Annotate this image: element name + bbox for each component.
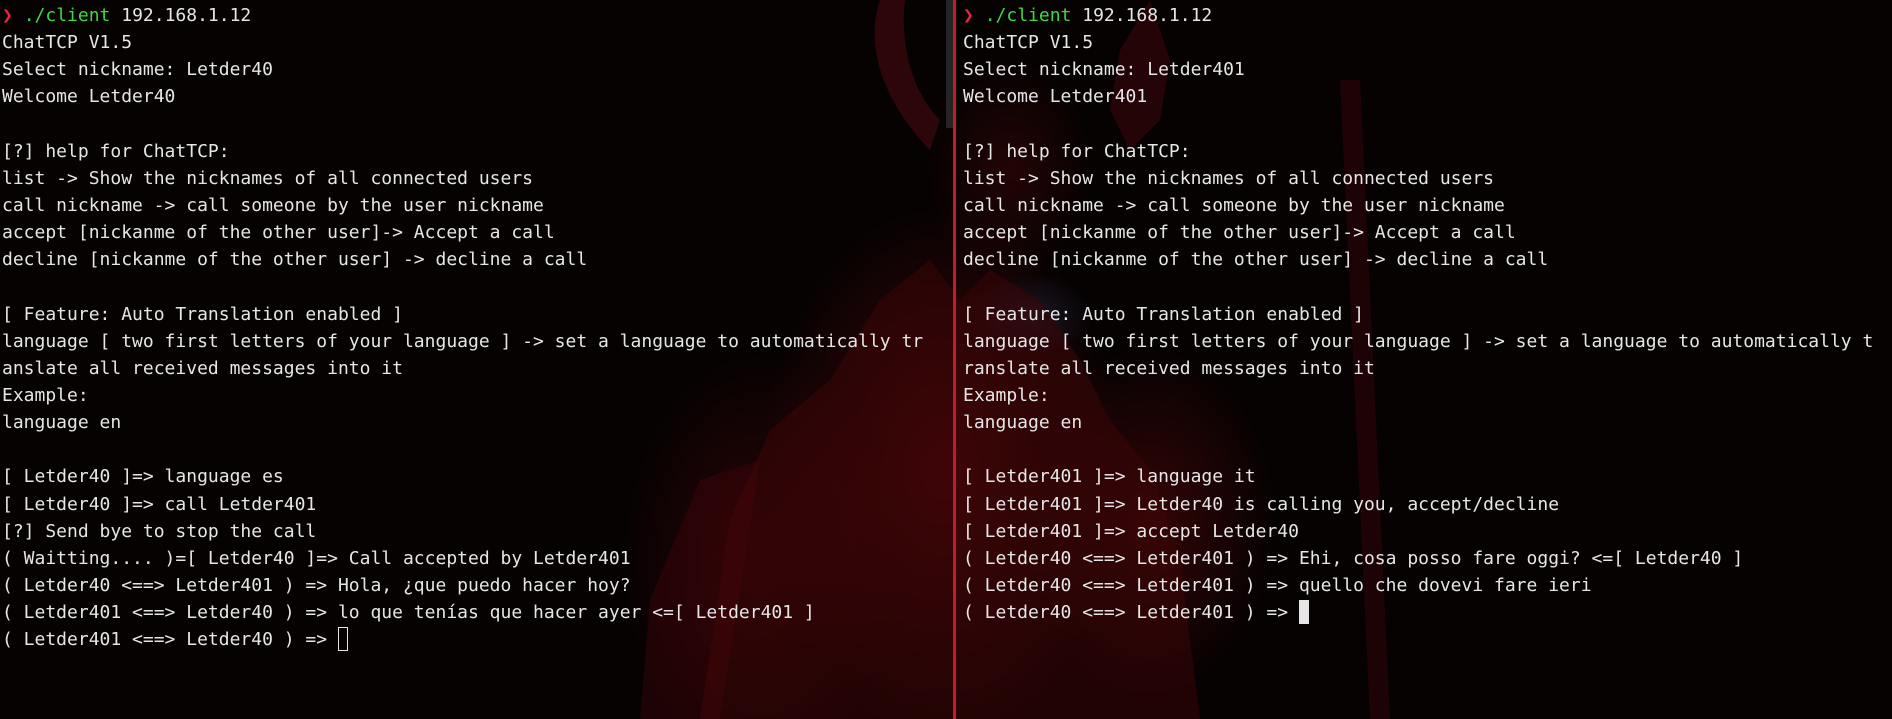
- terminal-output-line: language en: [2, 412, 122, 434]
- terminal-output-line: decline [nickanme of the other user] -> …: [963, 249, 1549, 271]
- terminal-output-line: language [ two first letters of your lan…: [963, 330, 1874, 352]
- terminal-output-line: Welcome Letder401: [963, 86, 1148, 108]
- terminal-output-line: [ Letder401 ]=> language it: [963, 466, 1256, 488]
- terminal-output-line: ( Waitting.... )=[ Letder40 ]=> Call acc…: [2, 547, 631, 569]
- terminal-output-line: accept [nickanme of the other user]-> Ac…: [2, 222, 555, 244]
- terminal-output-line: [ Letder40 ]=> language es: [2, 466, 284, 488]
- left-input-prompt: ( Letder401 <==> Letder40 ) =>: [2, 629, 338, 651]
- terminal-output-line: ( Letder401 <==> Letder40 ) => lo que te…: [2, 602, 815, 624]
- terminal-output-line: [ Letder401 ]=> Letder40 is calling you,…: [963, 493, 1560, 515]
- prompt-command: ./client: [984, 5, 1072, 26]
- text-cursor: [337, 627, 348, 652]
- prompt-command: ./client: [23, 5, 111, 26]
- text-cursor: [1298, 600, 1309, 625]
- terminal-output-line: call nickname -> call someone by the use…: [2, 194, 544, 216]
- terminal-output-line: [?] help for ChatTCP:: [2, 140, 230, 162]
- left-input-line[interactable]: ( Letder401 <==> Letder40 ) =>: [2, 626, 950, 653]
- terminal-output-line: Example:: [2, 384, 89, 406]
- left-input-area[interactable]: ( Letder401 <==> Letder40 ) =>: [0, 626, 950, 653]
- terminal-output-line: language [ two first letters of your lan…: [2, 330, 924, 352]
- left-prompt-line: ❯ ./client 192.168.1.12: [2, 2, 950, 29]
- right-input-prompt: ( Letder40 <==> Letder401 ) =>: [963, 602, 1299, 624]
- terminal-output-line: accept [nickanme of the other user]-> Ac…: [963, 222, 1516, 244]
- right-terminal-pane[interactable]: ❯ ./client 192.168.1.12 ChatTCP V1.5 Sele…: [961, 0, 1892, 719]
- terminal-output-line: list -> Show the nicknames of all connec…: [2, 167, 534, 189]
- terminal-output-line: ( Letder40 <==> Letder401 ) => Ehi, cosa…: [963, 547, 1744, 569]
- right-prompt-line: ❯ ./client 192.168.1.12: [963, 2, 1892, 29]
- terminal-output-line: Example:: [963, 384, 1050, 406]
- terminal-output-line: Select nickname: Letder40: [2, 59, 273, 81]
- terminal-output-line: ranslate all received messages into it: [963, 357, 1375, 379]
- terminal-output-line: [?] Send bye to stop the call: [2, 520, 317, 542]
- terminal-output-line: call nickname -> call someone by the use…: [963, 194, 1505, 216]
- prompt-argument: 192.168.1.12: [110, 5, 252, 26]
- right-input-area[interactable]: ( Letder40 <==> Letder401 ) =>: [961, 599, 1892, 626]
- prompt-arrow-icon: ❯: [963, 5, 974, 26]
- terminal-output-line: Select nickname: Letder401: [963, 59, 1245, 81]
- prompt-argument: 192.168.1.12: [1071, 5, 1213, 26]
- pane-divider[interactable]: [953, 0, 956, 719]
- right-terminal-output: ❯ ./client 192.168.1.12 ChatTCP V1.5 Sele…: [961, 0, 1892, 599]
- terminal-output-line: [ Letder401 ]=> accept Letder40: [963, 520, 1299, 542]
- terminal-output-line: language en: [963, 412, 1083, 434]
- terminal-output-line: Welcome Letder40: [2, 86, 176, 108]
- terminal-output-line: ( Letder40 <==> Letder401 ) => Hola, ¿qu…: [2, 574, 631, 596]
- terminal-output-line: list -> Show the nicknames of all connec…: [963, 167, 1495, 189]
- terminal-output-line: ChatTCP V1.5: [2, 32, 133, 54]
- prompt-arrow-icon: ❯: [2, 5, 13, 26]
- terminal-output-line: ( Letder40 <==> Letder401 ) => quello ch…: [963, 574, 1592, 596]
- terminal-window: ❯ ./client 192.168.1.12 ChatTCP V1.5 Sele…: [0, 0, 1892, 719]
- left-terminal-pane[interactable]: ❯ ./client 192.168.1.12 ChatTCP V1.5 Sele…: [0, 0, 950, 719]
- terminal-output-line: [ Feature: Auto Translation enabled ]: [963, 303, 1364, 325]
- right-input-line[interactable]: ( Letder40 <==> Letder401 ) =>: [963, 599, 1892, 626]
- terminal-output-line: decline [nickanme of the other user] -> …: [2, 249, 588, 271]
- terminal-output-line: [?] help for ChatTCP:: [963, 140, 1191, 162]
- terminal-output-line: anslate all received messages into it: [2, 357, 403, 379]
- terminal-output-line: [ Feature: Auto Translation enabled ]: [2, 303, 403, 325]
- terminal-output-line: ChatTCP V1.5: [963, 32, 1094, 54]
- terminal-output-line: [ Letder40 ]=> call Letder401: [2, 493, 317, 515]
- left-terminal-output: ❯ ./client 192.168.1.12 ChatTCP V1.5 Sele…: [0, 0, 950, 626]
